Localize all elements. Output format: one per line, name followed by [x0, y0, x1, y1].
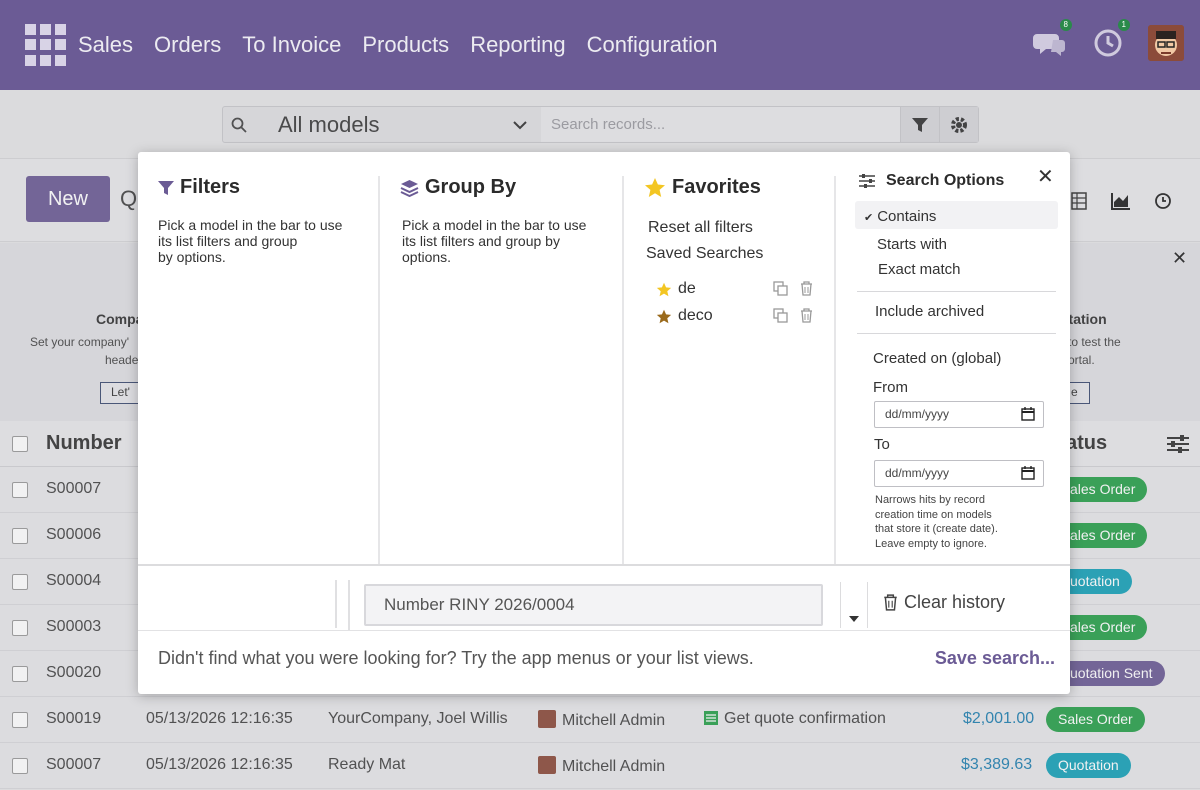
option-include-archived[interactable]: Include archived [875, 303, 984, 320]
to-date-field[interactable]: dd/mm/yyyy [874, 460, 1044, 487]
divider [348, 580, 350, 630]
column-divider [378, 176, 380, 564]
filters-description: Pick a model in the bar to use its list … [158, 217, 343, 265]
history-dropdown-toggle[interactable] [840, 582, 868, 628]
option-contains[interactable]: ✔ Contains [864, 208, 936, 225]
funnel-icon [158, 180, 174, 195]
nav-products[interactable]: Products [362, 32, 449, 58]
trash-icon[interactable] [800, 281, 813, 296]
messages-badge: 8 [1059, 19, 1072, 31]
favorite-item[interactable]: de [656, 280, 696, 298]
duplicate-icon[interactable] [773, 281, 788, 296]
to-label: To [874, 436, 890, 453]
from-date-field[interactable]: dd/mm/yyyy [874, 401, 1044, 428]
checkmark-icon: ✔ [864, 212, 874, 224]
layers-icon [400, 179, 419, 197]
duplicate-icon[interactable] [773, 308, 788, 323]
search-panel-footer: Didn't find what you were looking for? T… [138, 630, 1070, 694]
divider [857, 333, 1056, 334]
created-on-help-text: Narrows hits by record creation time on … [875, 494, 998, 550]
nav-to-invoice[interactable]: To Invoice [242, 32, 341, 58]
column-divider [622, 176, 624, 564]
favorite-item[interactable]: deco [656, 307, 713, 325]
favorite-actions [773, 308, 813, 323]
user-avatar[interactable] [1148, 25, 1184, 61]
search-history-row: Number RINY 2026/0004 Clear history [138, 580, 1070, 630]
reset-filters-link[interactable]: Reset all filters [648, 219, 753, 237]
caret-down-icon [849, 616, 859, 622]
history-item[interactable]: Number RINY 2026/0004 [364, 584, 823, 626]
groupby-heading: Group By [400, 176, 516, 199]
from-label: From [873, 379, 908, 396]
option-exact-match[interactable]: Exact match [878, 261, 961, 278]
nav-orders[interactable]: Orders [154, 32, 221, 58]
trash-icon [884, 594, 897, 611]
clear-history-button[interactable]: Clear history [883, 592, 1005, 613]
footer-hint: Didn't find what you were looking for? T… [158, 648, 754, 668]
apps-menu-icon[interactable] [25, 24, 67, 66]
nav-sales[interactable]: Sales [78, 32, 133, 58]
groupby-description: Pick a model in the bar to use its list … [402, 217, 587, 265]
search-panel-columns: Filters Pick a model in the bar to use i… [138, 152, 1070, 566]
close-icon[interactable]: ✕ [1037, 164, 1054, 189]
filters-heading: Filters [158, 176, 240, 199]
search-options-heading: Search Options [858, 172, 1004, 190]
activity-clock-icon[interactable]: 1 [1090, 19, 1130, 61]
save-search-link[interactable]: Save search... [935, 648, 1055, 669]
nav-reporting[interactable]: Reporting [470, 32, 565, 58]
created-on-label: Created on (global) [873, 350, 1002, 367]
option-starts-with[interactable]: Starts with [877, 236, 947, 253]
top-navbar: Sales Orders To Invoice Products Reporti… [0, 0, 1200, 90]
trash-icon[interactable] [800, 308, 813, 323]
nav-configuration[interactable]: Configuration [587, 32, 718, 58]
activity-badge: 1 [1117, 19, 1130, 31]
calendar-icon [1021, 407, 1035, 421]
saved-searches-label: Saved Searches [646, 245, 764, 262]
divider [857, 291, 1056, 292]
star-icon [656, 282, 672, 296]
star-icon [656, 309, 672, 323]
messages-icon[interactable]: 8 [1032, 19, 1072, 61]
favorite-actions [773, 281, 813, 296]
favorites-heading: Favorites [644, 176, 761, 199]
search-panel-modal: Filters Pick a model in the bar to use i… [138, 152, 1070, 694]
calendar-icon [1021, 466, 1035, 480]
column-divider [834, 176, 836, 564]
history-left-panel [138, 580, 337, 628]
star-icon [645, 178, 665, 197]
sliders-icon [859, 174, 875, 188]
